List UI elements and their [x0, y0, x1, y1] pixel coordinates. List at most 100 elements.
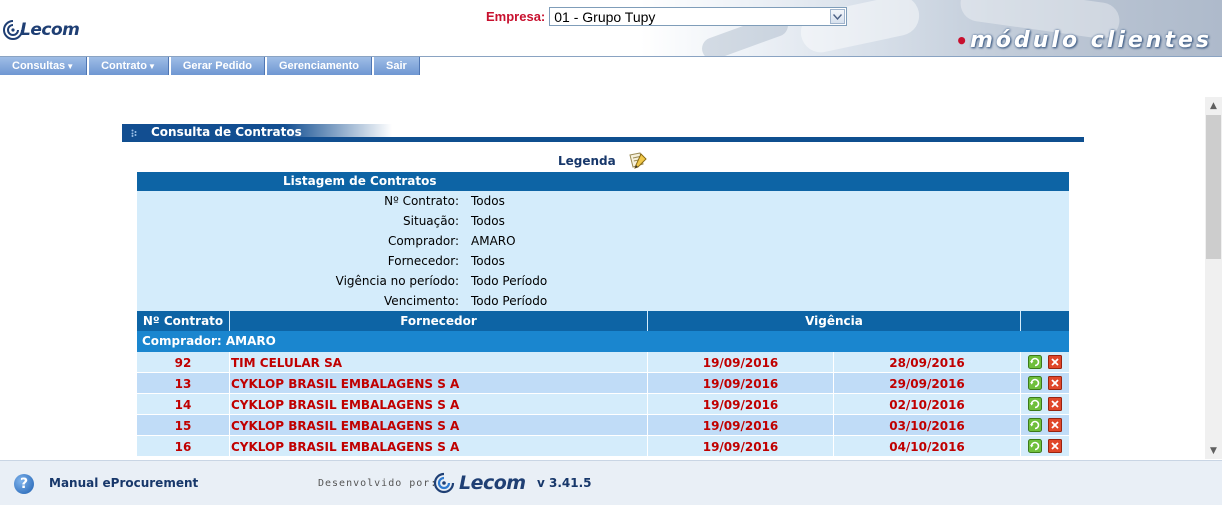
contract-end-date: 03/10/2016: [834, 415, 1021, 435]
filter-label: Situação:: [403, 214, 459, 228]
row-actions: [1021, 373, 1069, 393]
empresa-selected-value: 01 - Grupo Tupy: [554, 9, 656, 25]
table-row[interactable]: 13 CYKLOP BRASIL EMBALAGENS S A 19/09/20…: [137, 373, 1069, 394]
contract-start-date: 19/09/2016: [648, 436, 834, 456]
contract-end-date: 29/09/2016: [834, 373, 1021, 393]
lecom-logo: Lecom: [2, 16, 80, 44]
table-header: Nº Contrato Fornecedor Vigência: [137, 311, 1069, 331]
filter-row: Comprador: AMARO: [137, 231, 1069, 251]
contract-supplier: TIM CELULAR SA: [230, 352, 648, 372]
column-header-vigencia[interactable]: Vigência: [648, 311, 1021, 331]
menu-gerar-pedido[interactable]: Gerar Pedido: [170, 57, 265, 75]
help-icon[interactable]: ?: [14, 474, 34, 494]
app-footer: ? Manual eProcurement Desenvolvido por: …: [0, 460, 1222, 505]
contract-number[interactable]: 13: [137, 373, 230, 393]
delete-contract-icon[interactable]: [1048, 418, 1062, 432]
contract-start-date: 19/09/2016: [648, 415, 834, 435]
legend-icon[interactable]: [626, 152, 648, 170]
contract-number[interactable]: 92: [137, 352, 230, 372]
delete-contract-icon[interactable]: [1048, 355, 1062, 369]
contract-number[interactable]: 16: [137, 436, 230, 456]
panel-title: Consulta de Contratos: [122, 124, 392, 141]
contract-supplier: CYKLOP BRASIL EMBALAGENS S A: [230, 394, 648, 414]
filter-value: Todos: [471, 194, 505, 208]
filter-row: Nº Contrato: Todos: [137, 191, 1069, 211]
renew-contract-icon[interactable]: [1028, 418, 1042, 432]
legenda-link[interactable]: Legenda: [558, 152, 648, 170]
vertical-scrollbar[interactable]: ▲ ▼: [1205, 97, 1222, 459]
scrollbar-thumb[interactable]: [1206, 115, 1221, 259]
contract-number[interactable]: 15: [137, 415, 230, 435]
filter-value: Todo Período: [471, 294, 548, 308]
contract-start-date: 19/09/2016: [648, 352, 834, 372]
menu-sair[interactable]: Sair: [374, 57, 420, 75]
contract-start-date: 19/09/2016: [648, 373, 834, 393]
scroll-up-icon[interactable]: ▲: [1205, 97, 1222, 114]
contract-supplier: CYKLOP BRASIL EMBALAGENS S A: [230, 373, 648, 393]
table-row[interactable]: 92 TIM CELULAR SA 19/09/2016 28/09/2016: [137, 352, 1069, 373]
listing-title: Listagem de Contratos: [283, 174, 437, 188]
scroll-down-icon[interactable]: ▼: [1205, 442, 1222, 459]
group-header-comprador: Comprador: AMARO: [137, 331, 1069, 352]
filter-value: Todos: [471, 214, 505, 228]
filter-value: Todo Período: [471, 274, 548, 288]
renew-contract-icon[interactable]: [1028, 355, 1042, 369]
row-actions: [1021, 415, 1069, 435]
filter-value: AMARO: [471, 234, 516, 248]
delete-contract-icon[interactable]: [1048, 376, 1062, 390]
menu-gerenciamento-label: Gerenciamento: [278, 60, 360, 72]
empresa-label: Empresa:: [486, 9, 546, 24]
empresa-selector: Empresa: 01 - Grupo Tupy: [486, 7, 848, 26]
renew-contract-icon[interactable]: [1028, 376, 1042, 390]
module-title: • módulo clientes: [955, 28, 1212, 53]
contract-end-date: 02/10/2016: [834, 394, 1021, 414]
contract-start-date: 19/09/2016: [648, 394, 834, 414]
row-actions: [1021, 436, 1069, 456]
menu-consultas[interactable]: Consultas▼: [0, 57, 88, 75]
caret-down-icon: ▼: [66, 62, 75, 71]
menu-sair-label: Sair: [386, 60, 407, 72]
filter-label: Nº Contrato:: [384, 194, 459, 208]
main-menu: Consultas▼ Contrato▼ Gerar Pedido Gerenc…: [0, 57, 422, 75]
contract-supplier: CYKLOP BRASIL EMBALAGENS S A: [230, 436, 648, 456]
filter-row: Vencimento: Todo Período: [137, 291, 1069, 311]
footer-logo-text: Lecom: [459, 472, 526, 494]
filter-label: Fornecedor:: [387, 254, 459, 268]
manual-link[interactable]: Manual eProcurement: [49, 476, 198, 490]
app-header: Lecom Empresa: 01 - Grupo Tupy • módulo …: [0, 0, 1222, 56]
chevron-down-icon[interactable]: [830, 9, 846, 24]
filter-label: Vencimento:: [384, 294, 459, 308]
listing-title-bar: Listagem de Contratos: [137, 172, 1069, 191]
column-header-fornecedor[interactable]: Fornecedor: [230, 311, 648, 331]
contract-supplier: CYKLOP BRASIL EMBALAGENS S A: [230, 415, 648, 435]
lecom-logo-icon: [433, 472, 455, 494]
menu-gerenciamento[interactable]: Gerenciamento: [266, 57, 373, 75]
filter-row: Fornecedor: Todos: [137, 251, 1069, 271]
column-header-actions: [1021, 311, 1069, 331]
grip-icon: [131, 129, 137, 137]
renew-contract-icon[interactable]: [1028, 439, 1042, 453]
filter-label: Comprador:: [387, 234, 459, 248]
contract-number[interactable]: 14: [137, 394, 230, 414]
table-row[interactable]: 15 CYKLOP BRASIL EMBALAGENS S A 19/09/20…: [137, 415, 1069, 436]
footer-lecom-logo: Lecom: [432, 472, 526, 494]
menu-contrato[interactable]: Contrato▼: [89, 57, 169, 75]
renew-contract-icon[interactable]: [1028, 397, 1042, 411]
menu-gerar-pedido-label: Gerar Pedido: [182, 60, 252, 72]
table-row[interactable]: 16 CYKLOP BRASIL EMBALAGENS S A 19/09/20…: [137, 436, 1069, 457]
menu-contrato-label: Contrato: [101, 60, 147, 72]
empresa-select[interactable]: 01 - Grupo Tupy: [549, 7, 848, 26]
table-row[interactable]: 14 CYKLOP BRASIL EMBALAGENS S A 19/09/20…: [137, 394, 1069, 415]
delete-contract-icon[interactable]: [1048, 439, 1062, 453]
contract-end-date: 04/10/2016: [834, 436, 1021, 456]
row-actions: [1021, 394, 1069, 414]
delete-contract-icon[interactable]: [1048, 397, 1062, 411]
filter-row: Vigência no período: Todo Período: [137, 271, 1069, 291]
filter-row: Situação: Todos: [137, 211, 1069, 231]
menu-consultas-label: Consultas: [12, 60, 66, 72]
column-header-numero[interactable]: Nº Contrato: [137, 311, 230, 331]
developed-by-label: Desenvolvido por:: [318, 478, 438, 489]
filter-value: Todos: [471, 254, 505, 268]
row-actions: [1021, 352, 1069, 372]
caret-down-icon: ▼: [147, 62, 156, 71]
